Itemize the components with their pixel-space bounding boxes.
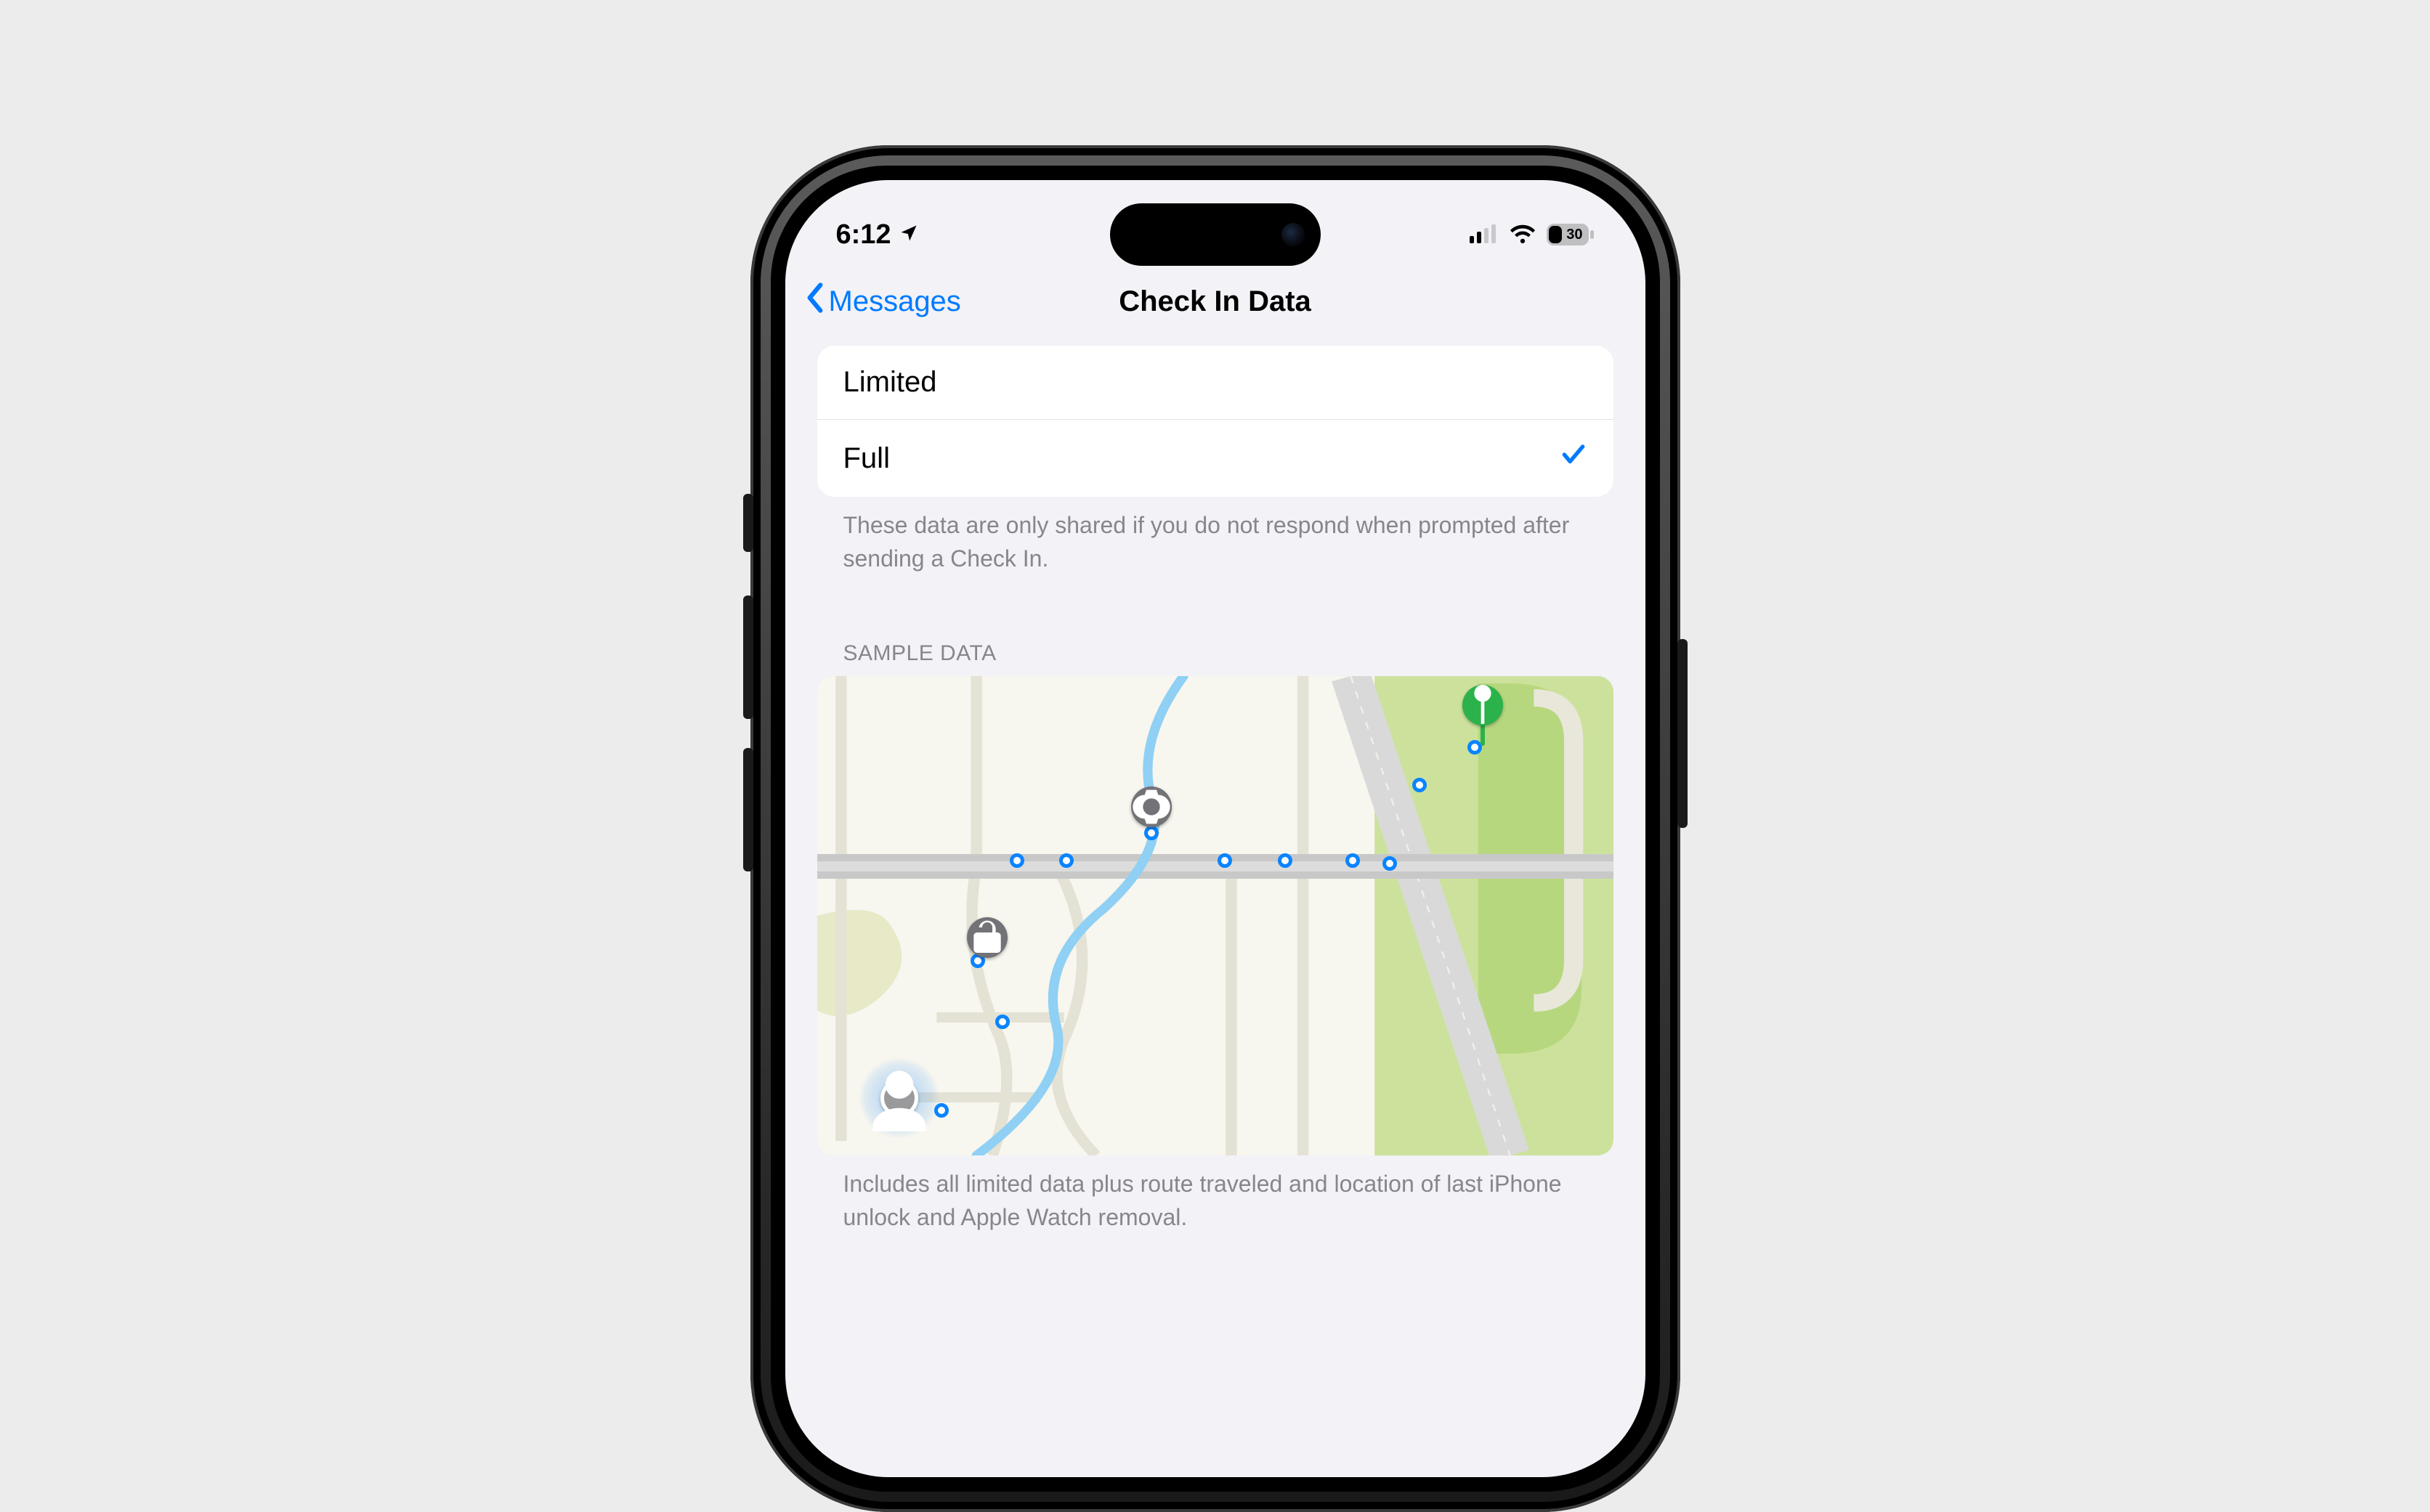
data-level-group: Limited Full — [817, 346, 1613, 497]
breadcrumb-dot — [1382, 856, 1397, 871]
chevron-left-icon — [803, 282, 827, 321]
back-label: Messages — [829, 285, 961, 318]
dynamic-island — [1110, 203, 1321, 266]
breadcrumb-dot — [995, 1015, 1010, 1029]
content: Limited Full These data are only shared … — [785, 346, 1645, 1235]
breadcrumb-dot — [1345, 853, 1360, 868]
page-title: Check In Data — [1119, 285, 1311, 318]
nav-bar: Messages Check In Data — [785, 267, 1645, 346]
breadcrumb-dot — [1412, 778, 1427, 792]
location-icon — [899, 219, 919, 251]
status-time: 6:12 — [836, 219, 891, 251]
mute-switch — [743, 494, 753, 552]
sample-footer: Includes all limited data plus route tra… — [817, 1155, 1613, 1235]
battery-pct: 30 — [1566, 227, 1582, 243]
sample-data-header: SAMPLE DATA — [817, 576, 1613, 676]
breadcrumb-dot — [1059, 853, 1074, 868]
volume-up-button — [743, 596, 753, 719]
breadcrumb-dot — [1467, 740, 1482, 755]
user-location — [859, 1058, 939, 1138]
power-button — [1677, 639, 1688, 828]
avatar-icon — [880, 1079, 918, 1117]
option-full[interactable]: Full — [817, 419, 1613, 497]
options-footer: These data are only shared if you do not… — [817, 497, 1613, 576]
checkmark-icon — [1560, 440, 1587, 476]
option-label: Limited — [843, 366, 937, 399]
breadcrumb-dot — [1010, 853, 1024, 868]
cellular-icon — [1470, 219, 1499, 251]
volume-down-button — [743, 748, 753, 871]
breadcrumb-dot — [1144, 826, 1159, 840]
breadcrumb-dot — [1218, 853, 1232, 868]
option-label: Full — [843, 442, 890, 475]
unlock-icon — [967, 917, 1008, 958]
destination-pin — [1462, 685, 1503, 725]
wifi-icon — [1509, 219, 1536, 251]
watch-icon — [1131, 787, 1172, 827]
screen: 6:12 — [785, 180, 1645, 1477]
back-button[interactable]: Messages — [803, 282, 961, 321]
sample-map — [817, 676, 1613, 1155]
breadcrumb-dot — [1278, 853, 1292, 868]
option-limited[interactable]: Limited — [817, 346, 1613, 419]
phone-frame: 6:12 — [750, 145, 1680, 1512]
battery-icon: 30 — [1547, 224, 1595, 245]
